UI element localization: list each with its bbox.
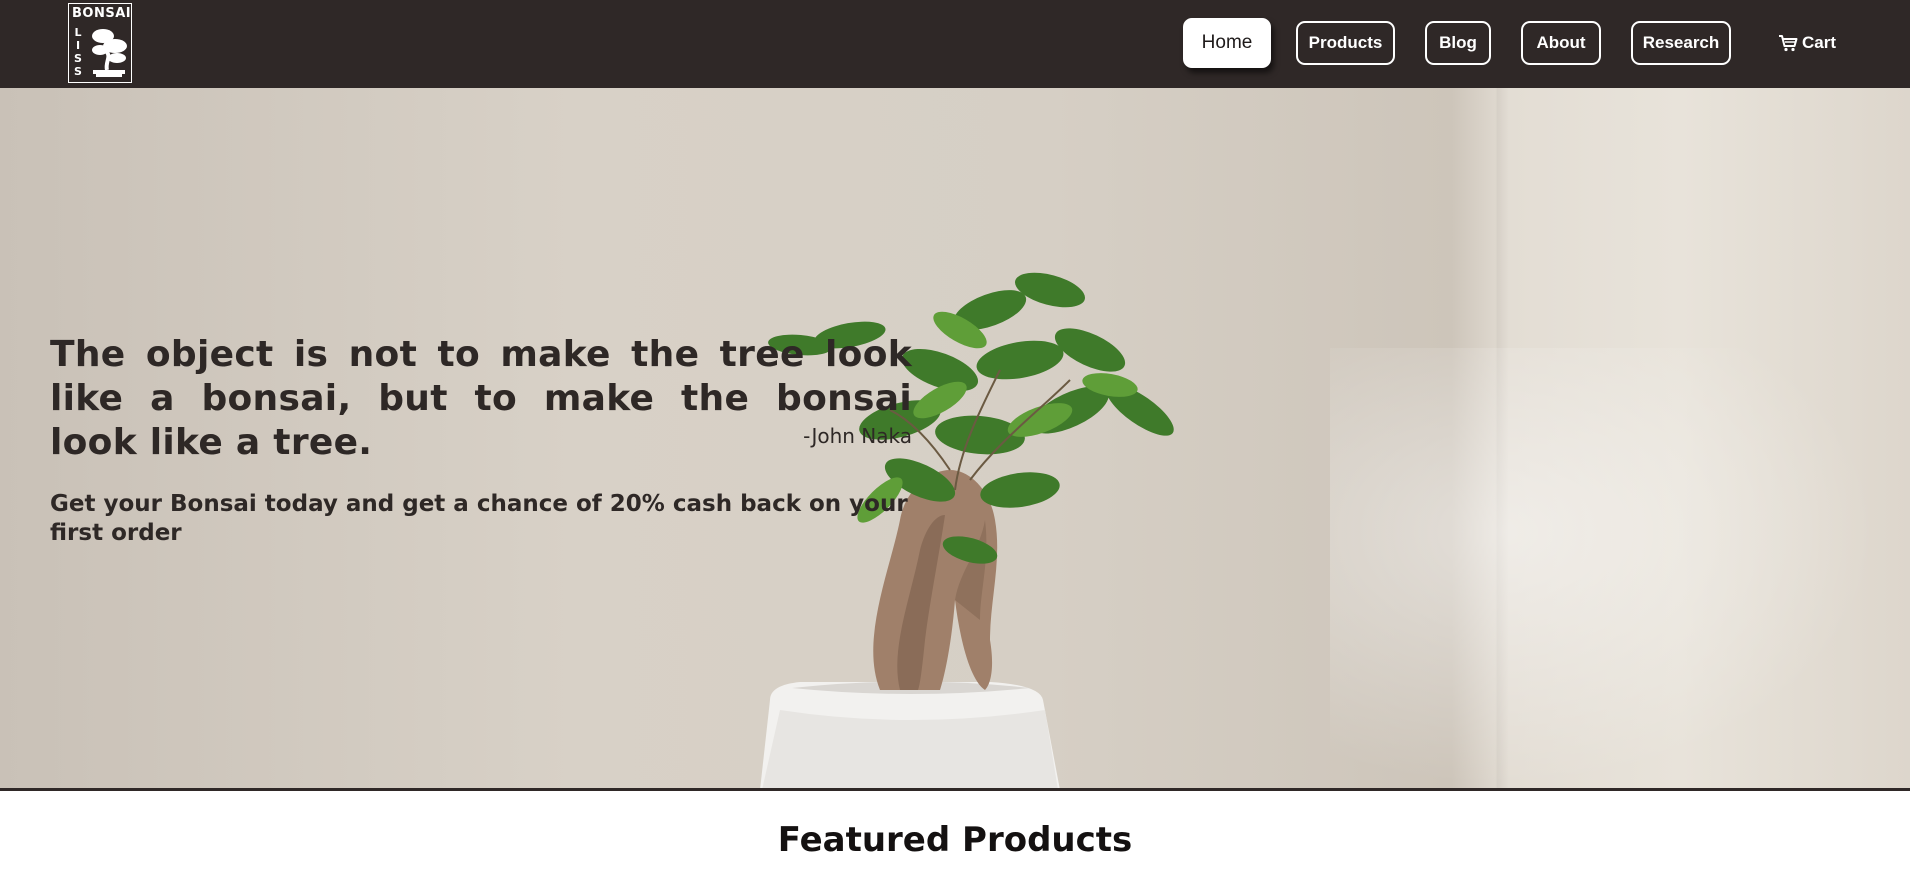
logo-vertical-letters: L I S S bbox=[73, 26, 83, 78]
logo-letter: S bbox=[74, 65, 82, 78]
cart-link[interactable]: Cart bbox=[1778, 30, 1836, 56]
logo-letter: L bbox=[74, 26, 82, 39]
featured-products-title: Featured Products bbox=[777, 820, 1133, 860]
nav-blog-button[interactable]: Blog bbox=[1425, 21, 1491, 65]
logo-letter: S bbox=[74, 52, 82, 65]
bonsai-bliss-logo[interactable]: BONSAI L I S S bbox=[68, 3, 132, 83]
cart-label: Cart bbox=[1802, 33, 1837, 52]
cart-icon bbox=[1779, 35, 1798, 52]
nav-home-button[interactable]: Home bbox=[1183, 18, 1271, 68]
bonsai-tree-icon bbox=[92, 29, 127, 77]
logo-wordmark: BONSAI bbox=[72, 6, 132, 21]
quote-author: -John Naka bbox=[803, 424, 912, 448]
promo-text: Get your Bonsai today and get a chance o… bbox=[50, 491, 908, 546]
top-navigation-bar: BONSAI L I S S Home Products Blog About … bbox=[0, 0, 1910, 88]
hero-divider bbox=[0, 788, 1910, 791]
bonsai-plant-image bbox=[760, 272, 1174, 790]
nav-about-button[interactable]: About bbox=[1521, 21, 1601, 65]
logo-letter: I bbox=[75, 39, 81, 52]
nav-products-button[interactable]: Products bbox=[1296, 21, 1395, 65]
nav-research-button[interactable]: Research bbox=[1631, 21, 1731, 65]
wall-light-glow bbox=[1330, 348, 1910, 790]
